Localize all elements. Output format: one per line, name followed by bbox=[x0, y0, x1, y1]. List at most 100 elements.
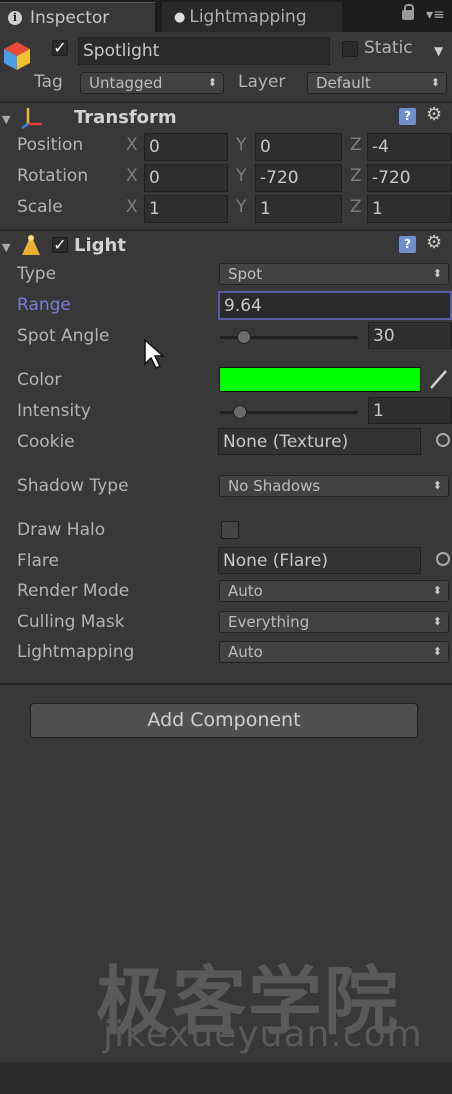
tag-value: Untagged bbox=[89, 74, 163, 92]
rotation-z-axis[interactable]: Z bbox=[350, 166, 362, 186]
separator bbox=[0, 229, 452, 231]
lightmapping-dropdown[interactable]: Auto ⬍ bbox=[219, 641, 449, 663]
tab-lightmapping-label: Lightmapping bbox=[189, 7, 307, 27]
layer-dropdown[interactable]: Default ⬍ bbox=[307, 72, 447, 94]
updown-icon: ⬍ bbox=[432, 645, 442, 658]
lightmapping-value: Auto bbox=[228, 643, 263, 661]
shadow-type-value: No Shadows bbox=[228, 477, 321, 495]
updown-icon: ⬍ bbox=[432, 267, 442, 280]
spot-angle-slider-thumb[interactable] bbox=[237, 330, 251, 344]
transform-axis-icon bbox=[20, 106, 46, 130]
tab-inspector[interactable]: i Inspector bbox=[0, 2, 156, 32]
rotation-y-field[interactable]: -720 bbox=[255, 164, 342, 192]
updown-icon: ⬍ bbox=[207, 76, 217, 89]
bottom-bar bbox=[0, 1062, 452, 1094]
type-value: Spot bbox=[228, 265, 263, 283]
object-picker-icon[interactable] bbox=[436, 552, 450, 566]
scale-z-axis[interactable]: Z bbox=[350, 197, 362, 217]
render-mode-dropdown[interactable]: Auto ⬍ bbox=[219, 580, 449, 602]
updown-icon: ⬍ bbox=[432, 584, 442, 597]
transform-title[interactable]: Transform bbox=[74, 107, 177, 128]
bulb-icon: ● bbox=[174, 9, 186, 25]
panel-menu-icon[interactable]: ▾≡ bbox=[426, 8, 445, 22]
rotation-x-field[interactable]: 0 bbox=[144, 164, 228, 192]
tag-label: Tag bbox=[34, 72, 63, 92]
render-mode-label: Render Mode bbox=[17, 581, 130, 601]
info-icon: i bbox=[8, 10, 22, 25]
render-mode-value: Auto bbox=[228, 582, 263, 600]
position-label: Position bbox=[17, 135, 84, 155]
active-checkbox[interactable]: ✓ bbox=[52, 40, 68, 56]
static-label: Static bbox=[364, 38, 413, 58]
add-component-button[interactable]: Add Component bbox=[30, 703, 418, 738]
position-y-field[interactable]: 0 bbox=[255, 133, 342, 161]
scale-x-field[interactable]: 1 bbox=[144, 195, 228, 223]
light-enabled-checkbox[interactable]: ✓ bbox=[52, 237, 68, 253]
spot-angle-label: Spot Angle bbox=[17, 326, 110, 346]
object-picker-icon[interactable] bbox=[436, 433, 450, 447]
mouse-cursor-icon bbox=[143, 338, 165, 370]
updown-icon: ⬍ bbox=[430, 76, 440, 89]
culling-mask-dropdown[interactable]: Everything ⬍ bbox=[219, 611, 449, 633]
shadow-type-dropdown[interactable]: No Shadows ⬍ bbox=[219, 475, 449, 497]
position-z-axis[interactable]: Z bbox=[350, 135, 362, 155]
intensity-label: Intensity bbox=[17, 401, 91, 421]
range-input[interactable]: 9.64 bbox=[218, 291, 452, 320]
rotation-label: Rotation bbox=[17, 166, 89, 186]
position-z-field[interactable]: -4 bbox=[367, 133, 452, 161]
gear-icon[interactable]: ⚙ bbox=[426, 104, 442, 125]
color-swatch[interactable] bbox=[219, 367, 421, 392]
help-icon[interactable]: ? bbox=[399, 236, 416, 253]
rotation-z-field[interactable]: -720 bbox=[367, 164, 452, 192]
rotation-y-axis[interactable]: Y bbox=[236, 166, 246, 186]
cookie-label: Cookie bbox=[17, 432, 75, 452]
gameobject-cube-icon bbox=[2, 40, 32, 72]
cookie-field[interactable]: None (Texture) bbox=[218, 428, 421, 455]
type-label: Type bbox=[17, 264, 57, 284]
draw-halo-label: Draw Halo bbox=[17, 520, 106, 540]
layer-value: Default bbox=[316, 74, 371, 92]
layer-label: Layer bbox=[238, 72, 286, 92]
position-x-axis[interactable]: X bbox=[126, 135, 138, 155]
foldout-triangle-icon[interactable]: ▼ bbox=[2, 241, 10, 254]
culling-mask-value: Everything bbox=[228, 613, 310, 631]
spot-angle-field[interactable]: 30 bbox=[368, 322, 452, 349]
help-icon[interactable]: ? bbox=[399, 108, 416, 125]
type-dropdown[interactable]: Spot ⬍ bbox=[219, 263, 449, 285]
separator bbox=[0, 101, 452, 103]
shadow-type-label: Shadow Type bbox=[17, 476, 129, 496]
scale-label: Scale bbox=[17, 197, 63, 217]
rotation-x-axis[interactable]: X bbox=[126, 166, 138, 186]
intensity-field[interactable]: 1 bbox=[368, 397, 452, 424]
color-label: Color bbox=[17, 370, 62, 390]
eyedropper-icon[interactable] bbox=[428, 367, 450, 391]
foldout-triangle-icon[interactable]: ▼ bbox=[2, 113, 10, 126]
watermark-url: jikexueyuan.com bbox=[103, 1014, 423, 1055]
intensity-slider-thumb[interactable] bbox=[233, 405, 247, 419]
position-x-field[interactable]: 0 bbox=[144, 133, 228, 161]
spotlight-icon bbox=[20, 233, 42, 257]
flare-label: Flare bbox=[17, 551, 59, 571]
updown-icon: ⬍ bbox=[432, 615, 442, 628]
light-title[interactable]: Light bbox=[74, 235, 126, 256]
static-checkbox[interactable] bbox=[342, 41, 358, 57]
static-dropdown-arrow-icon[interactable]: ▼ bbox=[434, 44, 443, 58]
gear-icon[interactable]: ⚙ bbox=[426, 232, 442, 253]
lock-shackle bbox=[404, 4, 414, 13]
range-label: Range bbox=[17, 295, 71, 315]
tab-lightmapping[interactable]: ● Lightmapping bbox=[162, 2, 342, 32]
scale-y-field[interactable]: 1 bbox=[255, 195, 342, 223]
lightmapping-label: Lightmapping bbox=[17, 642, 135, 662]
draw-halo-checkbox[interactable] bbox=[221, 521, 239, 539]
object-name-input[interactable]: Spotlight bbox=[78, 37, 330, 65]
position-y-axis[interactable]: Y bbox=[236, 135, 246, 155]
scale-y-axis[interactable]: Y bbox=[236, 197, 246, 217]
scale-x-axis[interactable]: X bbox=[126, 197, 138, 217]
tag-dropdown[interactable]: Untagged ⬍ bbox=[80, 72, 224, 94]
flare-field[interactable]: None (Flare) bbox=[218, 547, 421, 574]
updown-icon: ⬍ bbox=[432, 479, 442, 492]
tab-inspector-label: Inspector bbox=[30, 7, 110, 28]
scale-z-field[interactable]: 1 bbox=[367, 195, 452, 223]
separator bbox=[0, 683, 452, 685]
culling-mask-label: Culling Mask bbox=[17, 612, 125, 632]
